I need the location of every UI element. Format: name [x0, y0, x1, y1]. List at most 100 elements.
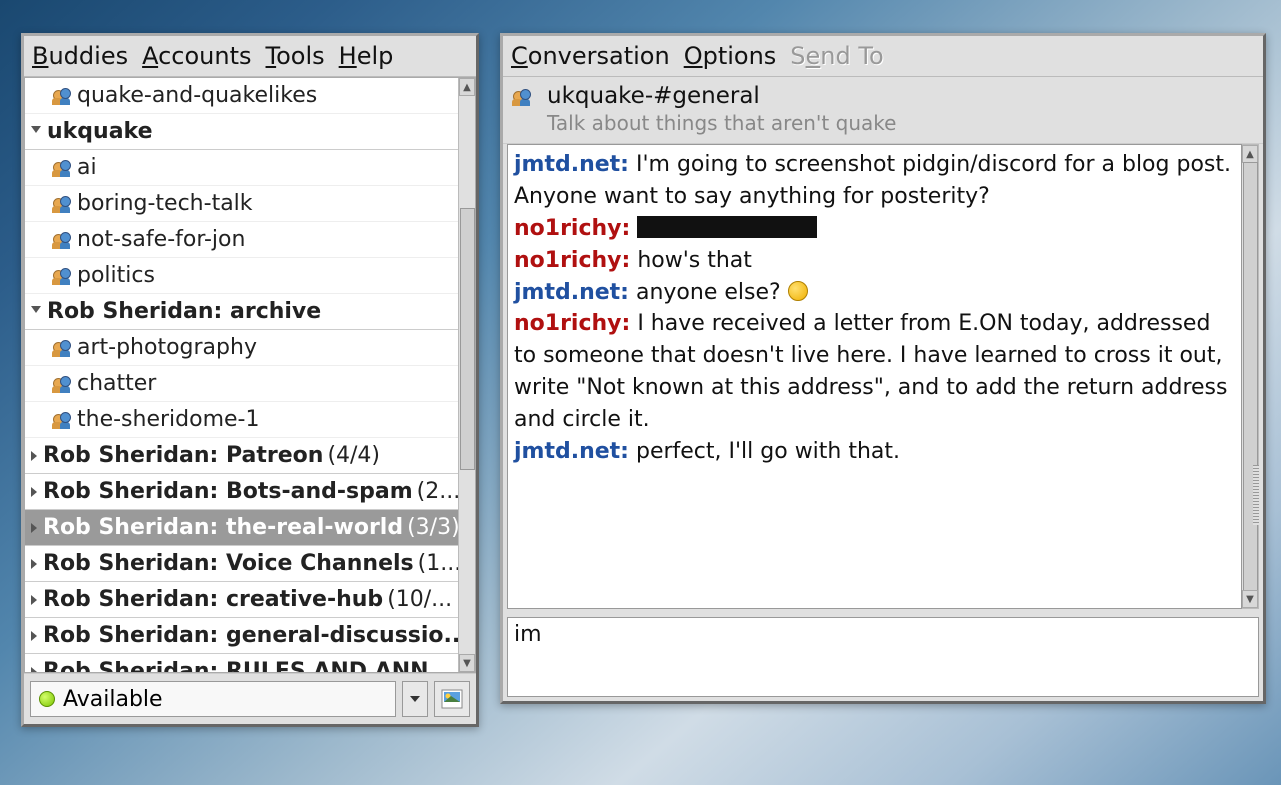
- conv-menubar: Conversation Options Send To: [503, 36, 1263, 77]
- buddy-channel[interactable]: art-photography: [25, 330, 458, 366]
- conversation-header: ukquake-#general Talk about things that …: [503, 77, 1263, 144]
- expand-triangle-icon: [31, 451, 37, 461]
- people-icon: [53, 232, 71, 248]
- buddy-channel[interactable]: boring-tech-talk: [25, 186, 458, 222]
- buddy-channel[interactable]: ai: [25, 150, 458, 186]
- message-text: perfect, I'll go with that.: [636, 439, 900, 464]
- chat-message: jmtd.net: I'm going to screenshot pidgin…: [514, 149, 1235, 213]
- people-icon: [53, 88, 71, 104]
- status-bar: Available: [24, 673, 476, 724]
- scroll-down-button[interactable]: ▼: [459, 654, 475, 672]
- buddy-group[interactable]: Rob Sheridan: Bots-and-spam (2...: [25, 474, 458, 510]
- expand-triangle-icon: [31, 667, 37, 673]
- group-count: (10/...: [387, 587, 452, 612]
- expand-triangle-icon: [31, 559, 37, 569]
- channel-label: politics: [77, 263, 155, 288]
- group-count: (3/3): [407, 515, 458, 540]
- menu-accounts[interactable]: Accounts: [142, 42, 251, 70]
- buddy-group[interactable]: Rob Sheridan: archive: [25, 294, 458, 330]
- expand-triangle-icon: [31, 126, 41, 138]
- smiley-icon: [788, 281, 808, 301]
- people-icon: [53, 412, 71, 428]
- expand-triangle-icon: [31, 487, 37, 497]
- chat-message: no1richy: I have received a letter from …: [514, 308, 1235, 436]
- chat-icon: [513, 89, 531, 105]
- conversation-window: Conversation Options Send To ukquake-#gene…: [500, 33, 1266, 704]
- channel-label: boring-tech-talk: [77, 191, 253, 216]
- chat-log[interactable]: jmtd.net: I'm going to screenshot pidgin…: [507, 144, 1242, 609]
- conversation-subtitle: Talk about things that aren't quake: [547, 111, 896, 135]
- message-nick: no1richy:: [514, 248, 630, 273]
- people-icon: [53, 196, 71, 212]
- channel-label: the-sheridome-1: [77, 407, 259, 432]
- people-icon: [53, 160, 71, 176]
- buddy-icon-button[interactable]: [434, 681, 470, 717]
- menu-options[interactable]: Options: [684, 42, 777, 70]
- people-icon: [53, 340, 71, 356]
- status-selector[interactable]: Available: [30, 681, 396, 717]
- status-label: Available: [63, 687, 163, 712]
- channel-label: quake-and-quakelikes: [77, 83, 317, 108]
- expand-triangle-icon: [31, 595, 37, 605]
- buddy-channel[interactable]: chatter: [25, 366, 458, 402]
- channel-label: not-safe-for-jon: [77, 227, 245, 252]
- people-icon: [53, 268, 71, 284]
- message-input[interactable]: im: [507, 617, 1259, 697]
- group-count: (2...: [417, 479, 458, 504]
- status-dropdown-button[interactable]: [402, 681, 428, 717]
- menu-tools[interactable]: Tools: [266, 42, 325, 70]
- expand-triangle-icon: [31, 306, 41, 318]
- buddy-group[interactable]: ukquake: [25, 114, 458, 150]
- buddy-group[interactable]: Rob Sheridan: Voice Channels (1...: [25, 546, 458, 582]
- buddy-channel[interactable]: not-safe-for-jon: [25, 222, 458, 258]
- chat-message: no1richy: how's that: [514, 245, 1235, 277]
- buddy-group[interactable]: Rob Sheridan: RULES AND ANN...: [25, 654, 458, 672]
- menu-buddies[interactable]: Buddies: [32, 42, 128, 70]
- chat-scroll-up[interactable]: ▲: [1242, 145, 1258, 163]
- menu-send-to: Send To: [790, 42, 883, 70]
- chat-scroll-down[interactable]: ▼: [1242, 590, 1258, 608]
- buddy-list: quake-and-quakelikes ukquake ai boring-tech…: [24, 77, 476, 673]
- picture-icon: [441, 689, 463, 709]
- chat-message: jmtd.net: perfect, I'll go with that.: [514, 436, 1235, 468]
- menu-help[interactable]: Help: [339, 42, 394, 70]
- chat-scrollbar[interactable]: ▲ ▼: [1242, 144, 1259, 609]
- scroll-thumb[interactable]: [460, 208, 475, 470]
- buddy-list-rows: quake-and-quakelikes ukquake ai boring-tech…: [25, 78, 458, 672]
- group-count: (1...: [418, 551, 458, 576]
- buddy-channel[interactable]: the-sheridome-1: [25, 402, 458, 438]
- resize-grip[interactable]: [1253, 465, 1259, 525]
- buddy-channel[interactable]: quake-and-quakelikes: [25, 78, 458, 114]
- menu-conversation[interactable]: Conversation: [511, 42, 670, 70]
- message-nick: jmtd.net:: [514, 280, 629, 305]
- conversation-body: jmtd.net: I'm going to screenshot pidgin…: [507, 144, 1259, 609]
- group-label: ukquake: [47, 119, 153, 144]
- group-label: Rob Sheridan: general-discussio...: [43, 623, 458, 648]
- group-label: Rob Sheridan: creative-hub: [43, 587, 383, 612]
- buddy-group[interactable]: Rob Sheridan: the-real-world (3/3): [25, 510, 458, 546]
- buddy-channel[interactable]: politics: [25, 258, 458, 294]
- chat-scroll-thumb[interactable]: [1243, 162, 1258, 591]
- group-label: Rob Sheridan: Voice Channels: [43, 551, 414, 576]
- buddy-scrollbar[interactable]: ▲ ▼: [458, 78, 475, 672]
- buddy-list-window: Buddies Accounts Tools Help quake-and-qu…: [21, 33, 479, 727]
- message-nick: jmtd.net:: [514, 439, 629, 464]
- message-text: how's that: [637, 248, 752, 273]
- group-label: Rob Sheridan: Bots-and-spam: [43, 479, 413, 504]
- buddy-group[interactable]: Rob Sheridan: creative-hub (10/...: [25, 582, 458, 618]
- buddy-group[interactable]: Rob Sheridan: Patreon (4/4): [25, 438, 458, 474]
- channel-label: art-photography: [77, 335, 257, 360]
- message-text: anyone else?: [636, 280, 781, 305]
- expand-triangle-icon: [31, 523, 37, 533]
- group-count: (4/4): [327, 443, 380, 468]
- chat-message: jmtd.net: anyone else?: [514, 277, 1235, 309]
- buddy-group[interactable]: Rob Sheridan: general-discussio...: [25, 618, 458, 654]
- message-nick: no1richy:: [514, 216, 630, 241]
- scroll-up-button[interactable]: ▲: [459, 78, 475, 96]
- channel-label: ai: [77, 155, 97, 180]
- group-label: Rob Sheridan: Patreon: [43, 443, 323, 468]
- message-nick: jmtd.net:: [514, 152, 629, 177]
- expand-triangle-icon: [31, 631, 37, 641]
- group-label: Rob Sheridan: RULES AND ANN...: [43, 659, 454, 672]
- redacted-text: [637, 216, 817, 238]
